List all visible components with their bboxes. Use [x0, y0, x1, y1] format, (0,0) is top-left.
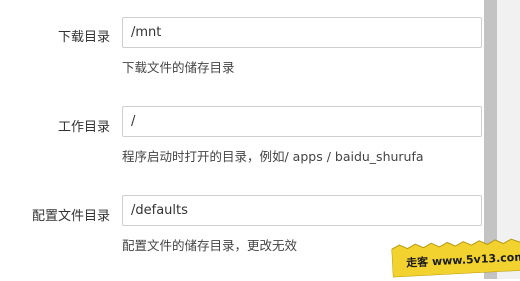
config-dir-input[interactable]: /defaults — [122, 195, 482, 226]
working-dir-input[interactable]: / — [122, 106, 482, 137]
working-dir-label: 工作目录 — [57, 120, 110, 135]
download-dir-input[interactable]: /mnt — [122, 17, 482, 48]
config-dir-help: 配置文件的储存目录，更改无效 — [122, 238, 298, 253]
config-dir-label: 配置文件目录 — [31, 209, 110, 224]
watermark-banner: 走客 www.5v13.com — [390, 237, 520, 278]
download-dir-help: 下载文件的储存目录 — [122, 60, 235, 75]
download-dir-label: 下载目录 — [57, 30, 110, 45]
working-dir-help: 程序启动时打开的目录，例如/ apps / baidu_shurufa — [122, 149, 424, 164]
